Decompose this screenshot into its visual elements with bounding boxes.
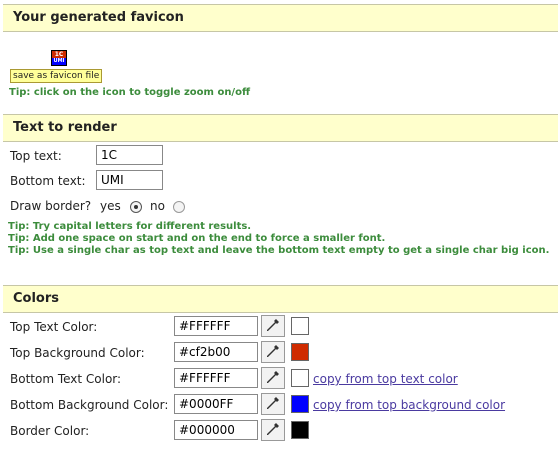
bottom-bg-color-picker-button[interactable] bbox=[261, 393, 285, 415]
tip-smaller-font: Tip: Add one space on start and on the e… bbox=[8, 233, 386, 244]
border-color-label: Border Color: bbox=[10, 424, 90, 438]
eyedropper-icon bbox=[267, 397, 279, 409]
border-no-label: no bbox=[150, 199, 165, 213]
bottom-text-color-input[interactable] bbox=[174, 368, 258, 388]
border-yes-label: yes bbox=[100, 199, 121, 213]
bottom-bg-color-label: Bottom Background Color: bbox=[10, 398, 169, 412]
top-text-color-picker-button[interactable] bbox=[261, 315, 285, 337]
border-color-picker-button[interactable] bbox=[261, 419, 285, 441]
tip-capital-letters: Tip: Try capital letters for different r… bbox=[8, 221, 252, 232]
colors-section-title: Colors bbox=[13, 291, 60, 306]
copy-top-text-color-link[interactable]: copy from top text color bbox=[313, 372, 458, 386]
eyedropper-icon bbox=[267, 423, 279, 435]
colors-section-header: Colors bbox=[3, 285, 558, 313]
bottom-bg-color-swatch bbox=[291, 395, 309, 413]
border-no-radio[interactable] bbox=[173, 201, 185, 213]
top-text-input[interactable] bbox=[96, 145, 163, 165]
zoom-tip: Tip: click on the icon to toggle zoom on… bbox=[9, 87, 251, 98]
top-text-color-label: Top Text Color: bbox=[10, 320, 98, 334]
favicon-preview[interactable]: 1C UMI bbox=[51, 50, 67, 66]
bottom-text-input[interactable] bbox=[96, 170, 163, 190]
eyedropper-icon bbox=[267, 371, 279, 383]
save-favicon-button[interactable]: save as favicon file bbox=[10, 69, 103, 83]
favicon-preview-top-text: 1C bbox=[52, 51, 66, 58]
border-color-input[interactable] bbox=[174, 420, 258, 440]
top-bg-color-swatch bbox=[291, 343, 309, 361]
favicon-section-title: Your generated favicon bbox=[13, 10, 184, 25]
text-section-header: Text to render bbox=[3, 114, 558, 142]
tip-single-char: Tip: Use a single char as top text and l… bbox=[8, 245, 550, 256]
bottom-text-color-swatch bbox=[291, 369, 309, 387]
bottom-bg-color-input[interactable] bbox=[174, 394, 258, 414]
top-bg-color-input[interactable] bbox=[174, 342, 258, 362]
top-bg-color-label: Top Background Color: bbox=[10, 346, 145, 360]
top-text-color-swatch bbox=[291, 317, 309, 335]
draw-border-label: Draw border? bbox=[10, 199, 92, 213]
border-color-swatch bbox=[291, 421, 309, 439]
eyedropper-icon bbox=[267, 319, 279, 331]
favicon-section-header: Your generated favicon bbox=[3, 4, 558, 32]
border-yes-radio[interactable] bbox=[130, 201, 142, 213]
copy-top-bg-color-link[interactable]: copy from top background color bbox=[313, 398, 505, 412]
eyedropper-icon bbox=[267, 345, 279, 357]
bottom-text-color-picker-button[interactable] bbox=[261, 367, 285, 389]
favicon-preview-bottom-text: UMI bbox=[52, 58, 66, 65]
top-text-color-input[interactable] bbox=[174, 316, 258, 336]
top-text-label: Top text: bbox=[10, 149, 62, 163]
bottom-text-color-label: Bottom Text Color: bbox=[10, 372, 122, 386]
bottom-text-label: Bottom text: bbox=[10, 174, 86, 188]
top-bg-color-picker-button[interactable] bbox=[261, 341, 285, 363]
text-section-title: Text to render bbox=[13, 120, 117, 135]
